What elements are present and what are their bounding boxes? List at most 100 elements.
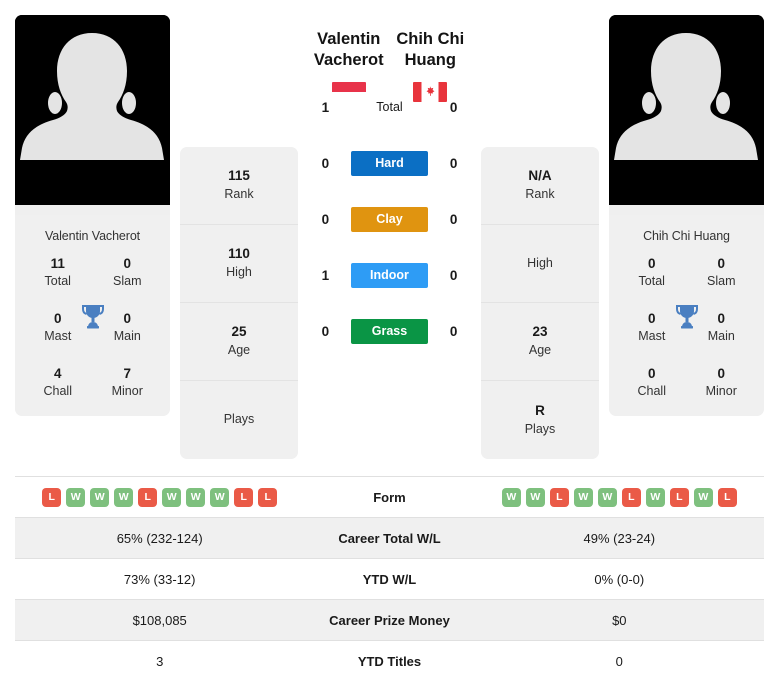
comparison-stats-table: L W W W L W W W L L Form W W L W W L W L… [15, 476, 764, 682]
right-titles-minor: 0 Minor [687, 365, 757, 400]
table-row: L W W W L W W W L L Form W W L W W L W L… [15, 476, 764, 518]
h2h-clay-left-score: 0 [321, 211, 330, 227]
comparison-header: Valentin Vacherot 11 Total 0 Slam 0 Mast… [0, 0, 779, 470]
right-info-panel: N/A Rank High 23 Age R Plays [481, 147, 599, 459]
left-form-cell: L W W W L W W W L L [15, 476, 305, 518]
right-titles-chall: 0 Chall [617, 365, 687, 400]
table-row: 73% (33-12) YTD W/L 0% (0-0) [15, 558, 764, 600]
label: Total [638, 274, 665, 289]
h2h-indoor-right-score: 0 [449, 267, 458, 283]
left-titles-minor: 7 Minor [93, 365, 163, 400]
form-badge[interactable]: W [210, 487, 230, 507]
label: Slam [707, 274, 736, 289]
row-label-career-total-wl: Career Total W/L [304, 517, 475, 559]
left-career-total-wl: 65% (232-124) [15, 517, 305, 559]
left-titles-slam: 0 Slam [93, 255, 163, 290]
value: 0 [647, 366, 656, 382]
right-form-strip: W W L W W L W L W L [475, 487, 764, 507]
person-placeholder-icon [609, 15, 764, 215]
right-player-card[interactable]: Chih Chi Huang 0 Total 0 Slam 0 Mast 0 M… [609, 15, 764, 417]
value: 0 [647, 311, 656, 327]
value: 0 [53, 311, 62, 327]
left-player-photo [15, 15, 170, 215]
form-badge[interactable]: W [66, 487, 86, 507]
value: 0 [717, 256, 725, 271]
table-row: 3 YTD Titles 0 [15, 640, 764, 682]
value: 0 [717, 311, 725, 327]
form-badge[interactable]: W [114, 487, 134, 507]
form-badge[interactable]: W [525, 487, 545, 507]
label: High [226, 265, 252, 280]
h2h-hard-chip[interactable]: Hard [350, 150, 429, 176]
form-badge[interactable]: L [234, 487, 254, 507]
label: Chall [43, 384, 73, 399]
left-info-age: 25 Age [180, 303, 298, 381]
value: N/A [528, 168, 552, 184]
label: Main [113, 329, 141, 344]
h2h-row-grass: 0 Grass 0 [312, 303, 467, 359]
form-badge[interactable]: W [90, 487, 110, 507]
label: Rank [224, 187, 254, 202]
h2h-row-total: 1 Total 0 [312, 79, 467, 135]
h2h-hard-right-score: 0 [449, 155, 458, 171]
form-badge[interactable]: L [717, 487, 737, 507]
left-info-high: 110 High [180, 225, 298, 303]
form-badge[interactable]: W [597, 487, 617, 507]
right-info-plays: R Plays [481, 381, 599, 459]
left-titles-main: 0 Main [93, 310, 163, 345]
left-info-rank: 115 Rank [180, 147, 298, 225]
form-badge[interactable]: W [693, 487, 713, 507]
h2h-indoor-chip[interactable]: Indoor [350, 262, 429, 288]
left-player-card-name: Valentin Vacherot [44, 229, 141, 243]
form-badge[interactable]: W [162, 487, 182, 507]
value: 4 [53, 366, 62, 382]
left-player-name-line2: Vacherot [313, 51, 384, 70]
head-to-head-column: Valentin Vacherot Chih Chi Huang 1 Total… [308, 15, 471, 359]
row-label-ytd-wl: YTD W/L [304, 558, 475, 600]
label: Minor [705, 384, 737, 399]
left-titles-total: 11 Total [23, 255, 93, 290]
value: 0 [123, 256, 131, 271]
label: Mast [638, 329, 666, 344]
form-badge[interactable]: W [645, 487, 665, 507]
left-player-name-line1: Valentin [317, 30, 381, 48]
left-form-strip: L W W W L W W W L L [15, 487, 304, 507]
right-ytd-wl: 0% (0-0) [474, 558, 764, 600]
row-label-ytd-titles: YTD Titles [304, 640, 475, 682]
value: 0 [123, 311, 131, 327]
label: Plays [524, 421, 556, 436]
h2h-total-label: Total [376, 99, 403, 114]
form-badge[interactable]: W [186, 487, 206, 507]
h2h-grass-left-score: 0 [321, 323, 330, 339]
form-badge[interactable]: L [669, 487, 689, 507]
label: Age [227, 343, 251, 358]
right-career-prize-money: $0 [474, 599, 764, 641]
form-badge[interactable]: L [621, 487, 641, 507]
right-player-name-line2: Huang [404, 51, 456, 70]
right-titles-total: 0 Total [617, 255, 687, 290]
h2h-grass-chip[interactable]: Grass [350, 318, 429, 344]
right-player-name-line1: Chih Chi [396, 30, 465, 48]
left-ytd-titles: 3 [15, 640, 305, 682]
table-row: 65% (232-124) Career Total W/L 49% (23-2… [15, 517, 764, 559]
form-badge[interactable]: W [573, 487, 593, 507]
left-ytd-wl: 73% (33-12) [15, 558, 305, 600]
h2h-clay-right-score: 0 [449, 211, 458, 227]
form-badge[interactable]: L [258, 487, 278, 507]
form-badge[interactable]: L [549, 487, 569, 507]
left-titles-grid: 11 Total 0 Slam 0 Mast 0 Main 4 Chall 7 … [15, 255, 170, 416]
form-badge[interactable]: L [42, 487, 62, 507]
left-player-card[interactable]: Valentin Vacherot 11 Total 0 Slam 0 Mast… [15, 15, 170, 417]
h2h-clay-chip[interactable]: Clay [350, 206, 429, 232]
left-info-plays: Plays [180, 381, 298, 459]
row-label-form: Form [304, 476, 475, 518]
right-player-photo [609, 15, 764, 215]
label: Rank [525, 187, 555, 202]
left-career-prize-money: $108,085 [15, 599, 305, 641]
label: Chall [637, 384, 667, 399]
label: High [527, 255, 553, 270]
form-badge[interactable]: L [138, 487, 158, 507]
h2h-total-left-score: 1 [321, 99, 330, 115]
table-row: $108,085 Career Prize Money $0 [15, 599, 764, 641]
form-badge[interactable]: W [501, 487, 521, 507]
